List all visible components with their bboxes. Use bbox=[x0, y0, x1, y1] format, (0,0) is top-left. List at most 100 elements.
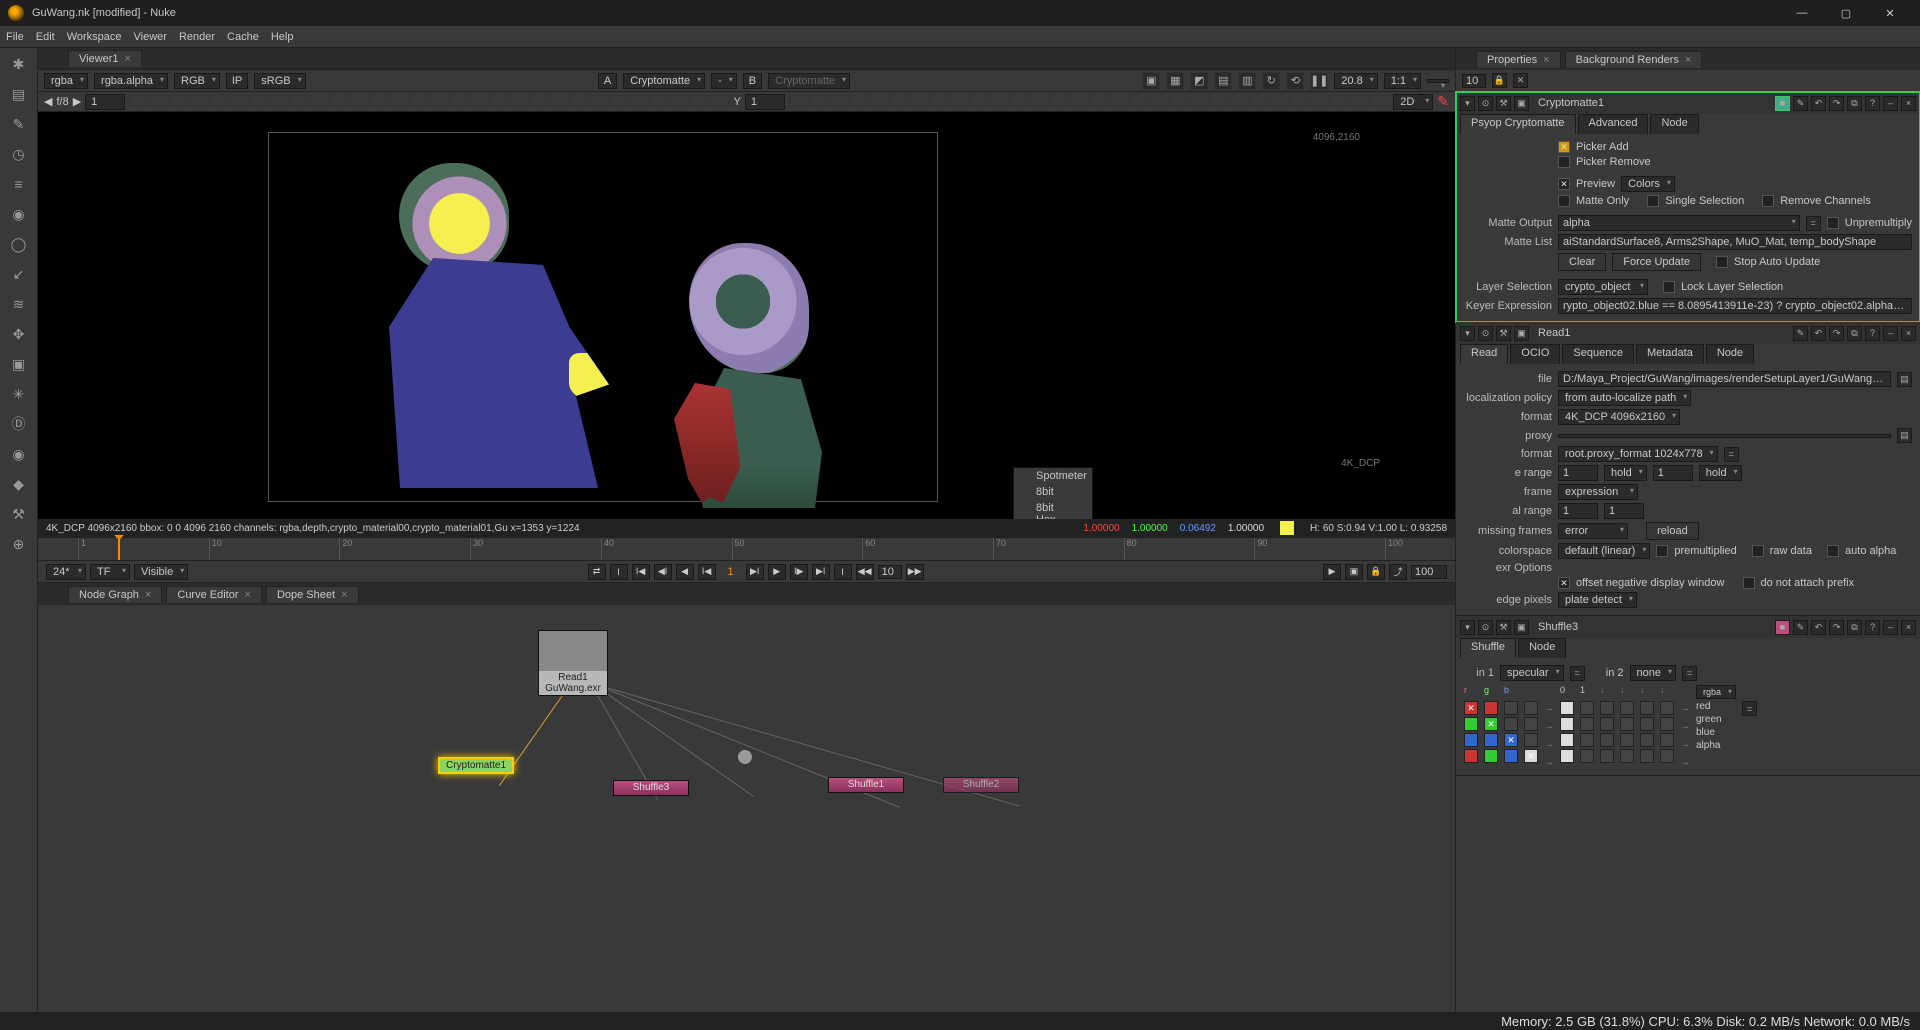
min-icon[interactable]: – bbox=[1883, 96, 1898, 111]
revert-icon[interactable]: ↶ bbox=[1811, 96, 1826, 111]
edit-tool-icon[interactable]: ✎ bbox=[9, 114, 29, 134]
prev-key-button[interactable]: I◀ bbox=[698, 564, 716, 580]
viewer-icon[interactable]: ▣ bbox=[1142, 72, 1160, 90]
close-icon[interactable]: × bbox=[1543, 54, 1549, 66]
layer-dropdown[interactable]: rgba bbox=[44, 73, 88, 89]
x-ruler[interactable] bbox=[129, 95, 729, 109]
viewer-canvas[interactable]: 4096,2160 4K_DCP Spotmeter 8bit 8bit Hex… bbox=[38, 112, 1455, 519]
roi-icon[interactable]: ✎ bbox=[1437, 93, 1449, 110]
jump-amount[interactable]: 10 bbox=[878, 565, 902, 579]
matte-output-dropdown[interactable]: alpha bbox=[1558, 215, 1800, 231]
skip-fwd-button[interactable]: ▶I bbox=[812, 564, 830, 580]
in1-dropdown[interactable]: specular bbox=[1500, 665, 1564, 681]
node-cryptomatte1[interactable]: Cryptomatte1 bbox=[438, 757, 514, 774]
picker-remove-swatch[interactable] bbox=[1558, 156, 1570, 168]
tab-nodegraph[interactable]: Node Graph× bbox=[68, 586, 162, 603]
y-frame[interactable]: 1 bbox=[745, 94, 785, 110]
lock-layer-check[interactable] bbox=[1663, 281, 1675, 293]
collapse-icon[interactable]: ▾ bbox=[1460, 620, 1475, 635]
wrench-icon[interactable]: ⚒ bbox=[1496, 620, 1511, 635]
help-icon[interactable]: ? bbox=[1865, 96, 1880, 111]
close-panel-icon[interactable]: × bbox=[1901, 96, 1916, 111]
dimension-dropdown[interactable]: 2D bbox=[1393, 94, 1433, 110]
file-field[interactable]: D:/Maya_Project/GuWang/images/renderSetu… bbox=[1558, 371, 1891, 387]
lock-icon[interactable]: 🔒 bbox=[1492, 73, 1507, 88]
extra-dropdown[interactable] bbox=[1427, 79, 1449, 83]
single-sel-check[interactable] bbox=[1647, 195, 1659, 207]
help-icon[interactable]: ? bbox=[1865, 620, 1880, 635]
colorspace-dropdown[interactable]: default (linear) bbox=[1558, 543, 1650, 559]
tab-curveeditor[interactable]: Curve Editor× bbox=[166, 586, 262, 603]
reload-icon[interactable]: ⟲ bbox=[1286, 72, 1304, 90]
viewer-icon[interactable]: ◩ bbox=[1190, 72, 1208, 90]
in2-dropdown[interactable]: none bbox=[1630, 665, 1676, 681]
menu-workspace[interactable]: Workspace bbox=[67, 31, 122, 43]
tab-properties[interactable]: Properties× bbox=[1476, 51, 1561, 68]
viewer-icon[interactable]: ▥ bbox=[1238, 72, 1256, 90]
link-icon[interactable]: = bbox=[1806, 216, 1821, 231]
file-browser-icon[interactable]: ▤ bbox=[1897, 372, 1912, 387]
close-icon[interactable]: × bbox=[245, 589, 251, 601]
clear-icon[interactable]: ✕ bbox=[1513, 73, 1528, 88]
panel-header[interactable]: ▾ ⊙ ⚒ ▣ Cryptomatte1 ■ ✎ ↶ ↷ ⧉ ? – × bbox=[1456, 92, 1920, 114]
visibility-dropdown[interactable]: Visible bbox=[134, 564, 188, 580]
wrench-icon[interactable]: ⚒ bbox=[1496, 326, 1511, 341]
panel-header[interactable]: ▾ ⊙ ⚒ ▣ Read1 ✎ ↶ ↷ ⧉ ? – × bbox=[1456, 322, 1920, 344]
menu-render[interactable]: Render bbox=[179, 31, 215, 43]
unpremult-check[interactable] bbox=[1827, 217, 1839, 229]
close-panel-icon[interactable]: × bbox=[1901, 326, 1916, 341]
proxy-format-dropdown[interactable]: root.proxy_format 1024x778 bbox=[1558, 446, 1718, 462]
remove-ch-check[interactable] bbox=[1762, 195, 1774, 207]
min-icon[interactable]: – bbox=[1883, 326, 1898, 341]
fps-field[interactable]: 20.8 bbox=[1334, 73, 1377, 89]
tf-dropdown[interactable]: TF bbox=[90, 564, 130, 580]
edit-icon[interactable]: ✎ bbox=[1793, 96, 1808, 111]
menu-8bit-hex[interactable]: 8bit Hex bbox=[1014, 500, 1092, 519]
noattach-check[interactable] bbox=[1743, 577, 1755, 589]
current-frame[interactable]: 1 bbox=[720, 566, 742, 578]
before-dropdown[interactable]: hold bbox=[1604, 465, 1647, 481]
play-back-button[interactable]: ◀I bbox=[654, 564, 672, 580]
color-swatch[interactable]: ■ bbox=[1775, 620, 1790, 635]
layer-sel-dropdown[interactable]: crypto_object bbox=[1558, 279, 1648, 295]
time-tool-icon[interactable]: ◷ bbox=[9, 144, 29, 164]
premult-check[interactable] bbox=[1656, 545, 1668, 557]
globe-tool-icon[interactable]: ◉ bbox=[9, 204, 29, 224]
missing-dropdown[interactable]: error bbox=[1558, 523, 1628, 539]
frame-mode-dropdown[interactable]: expression bbox=[1558, 484, 1638, 500]
menu-viewer[interactable]: Viewer bbox=[134, 31, 167, 43]
menu-8bit[interactable]: 8bit bbox=[1014, 484, 1092, 500]
close-icon[interactable]: × bbox=[125, 53, 131, 65]
tag-tool-icon[interactable]: ◆ bbox=[9, 474, 29, 494]
tool-icon[interactable]: ▤ bbox=[9, 84, 29, 104]
node-icon[interactable]: ▣ bbox=[1514, 326, 1529, 341]
menu-cache[interactable]: Cache bbox=[227, 31, 259, 43]
channel-dropdown[interactable]: rgba.alpha bbox=[94, 73, 168, 89]
node-icon[interactable]: ▣ bbox=[1514, 96, 1529, 111]
minimize-button[interactable]: — bbox=[1780, 0, 1824, 26]
redo-icon[interactable]: ↷ bbox=[1829, 326, 1844, 341]
b-node-dropdown[interactable]: Cryptomatte bbox=[768, 73, 850, 89]
cube-tool-icon[interactable]: ▣ bbox=[9, 354, 29, 374]
revert-icon[interactable]: ↶ bbox=[1811, 620, 1826, 635]
export-icon[interactable]: ⤴ bbox=[1389, 564, 1407, 580]
circle-tool-icon[interactable]: ◯ bbox=[9, 234, 29, 254]
frame-first[interactable]: 1 bbox=[1558, 465, 1598, 481]
edge-dropdown[interactable]: plate detect bbox=[1558, 592, 1637, 608]
clear-button[interactable]: Clear bbox=[1558, 253, 1606, 271]
ptab-node[interactable]: Node bbox=[1650, 114, 1698, 134]
jump-back-button[interactable]: ◀◀ bbox=[856, 564, 874, 580]
x-frame[interactable]: 1 bbox=[85, 94, 125, 110]
node-shuffle2[interactable]: Shuffle2 bbox=[943, 777, 1019, 793]
ptab-psyop[interactable]: Psyop Cryptomatte bbox=[1460, 114, 1576, 134]
sync-icon[interactable]: ⇄ bbox=[588, 564, 606, 580]
file-browser-icon[interactable]: ▤ bbox=[1897, 428, 1912, 443]
tab-viewer1[interactable]: Viewer1 × bbox=[68, 50, 142, 67]
proxy-field[interactable] bbox=[1558, 434, 1891, 438]
play-button[interactable]: I▶ bbox=[790, 564, 808, 580]
revert-icon[interactable]: ↶ bbox=[1811, 326, 1826, 341]
viewer-icon[interactable]: ▤ bbox=[1214, 72, 1232, 90]
save-icon[interactable]: ▣ bbox=[1345, 564, 1363, 580]
next-icon[interactable]: ▶ bbox=[73, 95, 81, 108]
float-icon[interactable]: ⧉ bbox=[1847, 96, 1862, 111]
